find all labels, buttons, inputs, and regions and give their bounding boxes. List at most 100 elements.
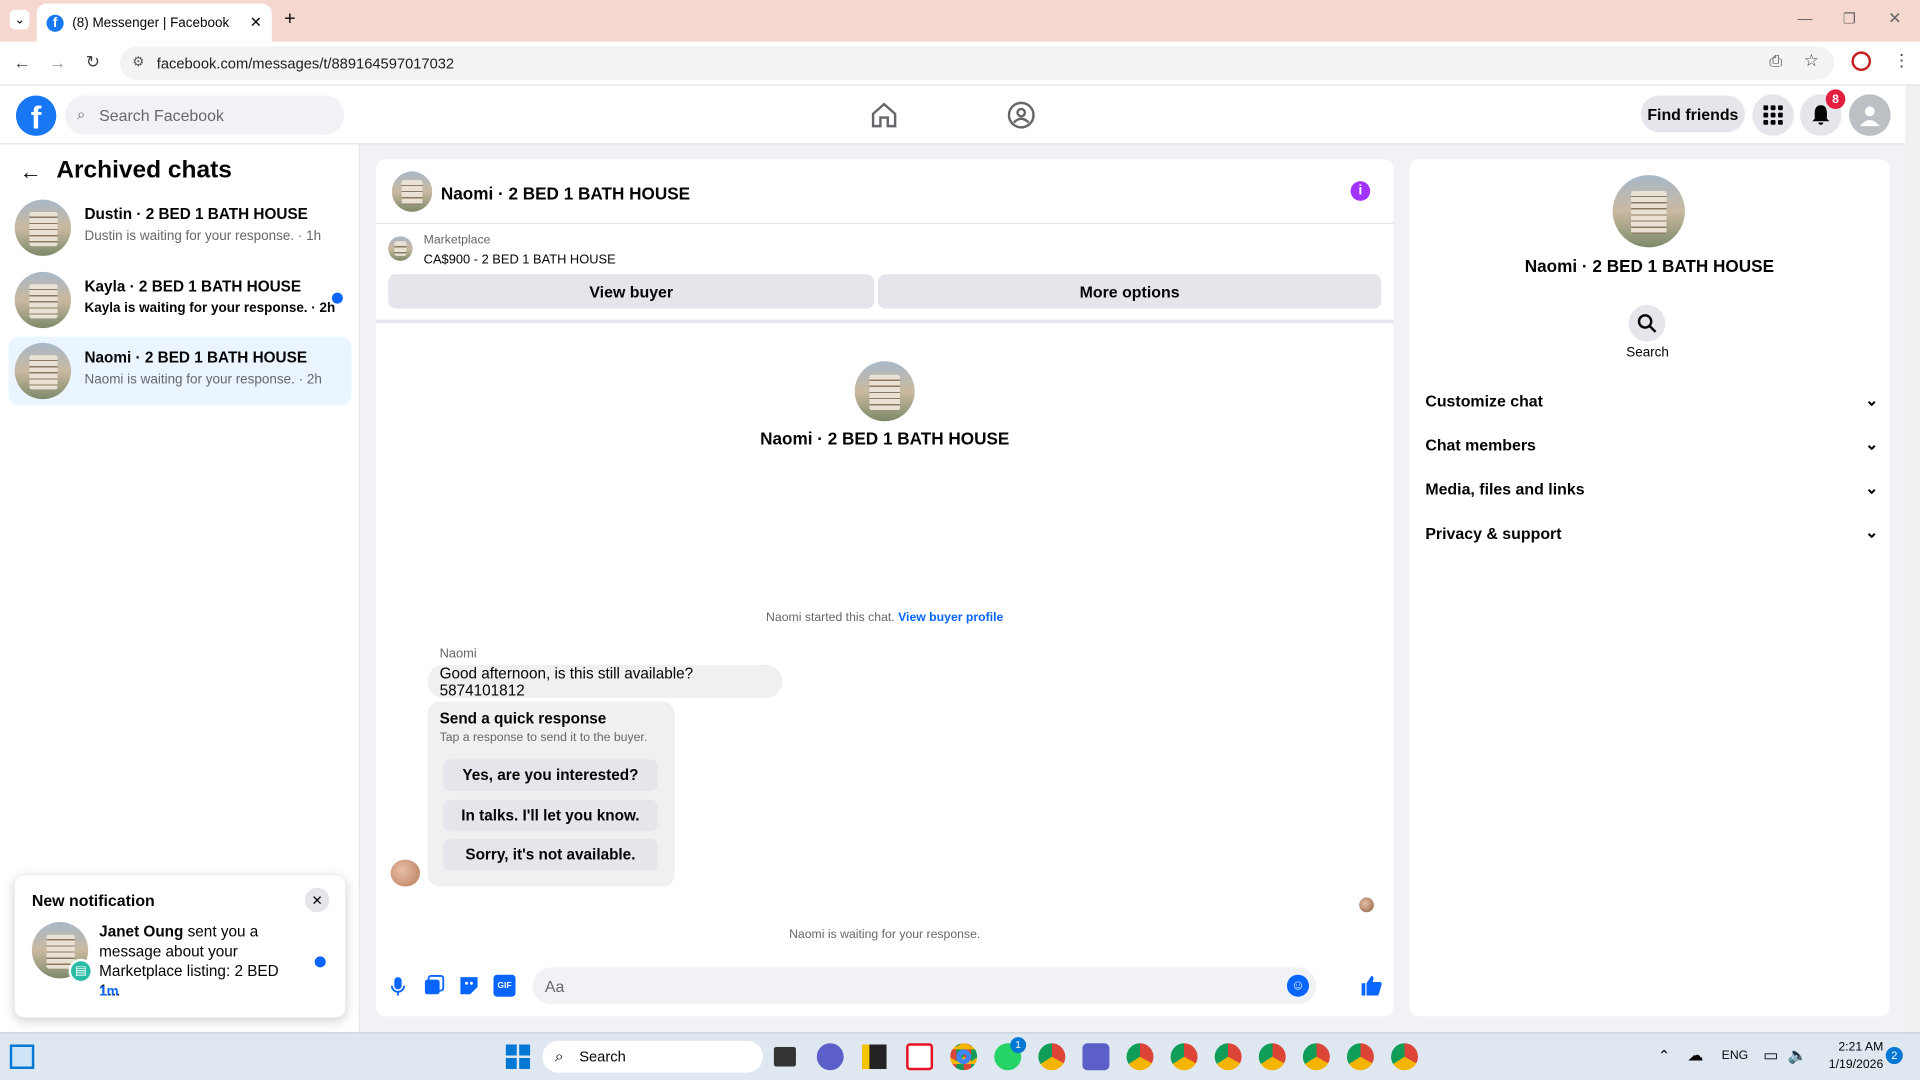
divider (375, 222, 1394, 225)
listing-thumbnail (388, 236, 413, 261)
chrome-icon[interactable] (950, 1043, 978, 1071)
sender-avatar (390, 859, 421, 887)
quick-reply-button[interactable]: Yes, are you interested? (443, 759, 658, 792)
gif-icon[interactable]: GIF (493, 974, 516, 997)
taskbar-search-input[interactable]: ⌕ Search (542, 1040, 763, 1073)
marketplace-icon: ▤ (68, 958, 94, 984)
info-icon[interactable]: i (1350, 181, 1371, 201)
notification-center-badge[interactable]: 2 (1885, 1046, 1903, 1065)
language-indicator[interactable]: ENG (1722, 1049, 1749, 1062)
network-icon[interactable]: ▭ (1763, 1046, 1778, 1066)
address-bar-row: ← → ↻ ⚙ facebook.com/messages/t/88916459… (0, 41, 1920, 86)
widgets-icon[interactable] (9, 1044, 35, 1069)
home-icon[interactable] (869, 100, 898, 129)
url-text: facebook.com/messages/t/889164597017032 (156, 54, 455, 72)
chevron-down-icon: ⌄ (1865, 434, 1879, 454)
back-icon[interactable]: ← (13, 53, 30, 73)
customize-chat-section[interactable]: Customize chat ⌄ (1425, 382, 1878, 419)
quick-response-title: Send a quick response (439, 710, 607, 728)
intro-name: Naomi · 2 BED 1 BATH HOUSE (760, 428, 1010, 449)
more-options-button[interactable]: More options (877, 274, 1382, 309)
volume-icon[interactable]: 🔈 (1788, 1046, 1808, 1066)
waiting-status: Naomi is waiting for your response. (789, 928, 981, 942)
listing-avatar (14, 342, 72, 400)
microphone-icon[interactable] (387, 975, 409, 997)
close-tab-icon[interactable]: ✕ (250, 13, 262, 30)
menu-grid-icon[interactable] (1752, 94, 1794, 136)
restore-icon[interactable]: ❐ (1843, 10, 1856, 27)
account-avatar-icon[interactable] (1848, 94, 1891, 136)
chat-item-dustin[interactable]: Dustin · 2 BED 1 BATH HOUSE Dustin is wa… (9, 193, 352, 262)
quick-reply-button[interactable]: In talks. I'll let you know. (443, 799, 658, 832)
chrome-profile-icon[interactable] (1391, 1043, 1418, 1071)
media-files-links-section[interactable]: Media, files and links ⌄ (1425, 470, 1878, 507)
sticky-notes-icon[interactable] (862, 1044, 887, 1069)
chat-started-note: Naomi started this chat. View buyer prof… (376, 611, 1394, 624)
close-icon[interactable]: ✕ (304, 887, 330, 913)
back-arrow-icon[interactable]: ← (20, 159, 42, 185)
facebook-favicon-icon: f (46, 14, 64, 32)
seen-avatar (1359, 897, 1374, 913)
bookmark-star-icon[interactable]: ☆ (1804, 50, 1819, 71)
new-tab-icon[interactable]: + (284, 9, 295, 31)
chrome-profile-icon[interactable] (1038, 1043, 1066, 1071)
groups-icon[interactable] (1007, 100, 1036, 129)
snipping-tool-icon[interactable] (906, 1043, 934, 1071)
facebook-logo-icon[interactable]: f (15, 95, 57, 136)
unread-dot (314, 956, 326, 968)
chrome-profile-icon[interactable] (1170, 1043, 1198, 1071)
facebook-search-input[interactable]: ⌕ Search Facebook (64, 95, 345, 135)
view-buyer-button[interactable]: View buyer (388, 274, 875, 309)
forward-icon[interactable]: → (49, 53, 66, 73)
conversation-title[interactable]: Naomi · 2 BED 1 BATH HOUSE (441, 184, 690, 204)
chrome-profile-icon[interactable] (1126, 1043, 1154, 1071)
tab-list-icon[interactable]: ⌄ (9, 9, 30, 30)
task-view-icon[interactable] (773, 1046, 796, 1067)
view-buyer-profile-link[interactable]: View buyer profile (898, 611, 1003, 624)
details-name: Naomi · 2 BED 1 BATH HOUSE (1524, 255, 1775, 276)
taskbar-search-label: Search (579, 1048, 626, 1066)
listing-title[interactable]: CA$900 - 2 BED 1 BATH HOUSE (424, 252, 616, 267)
minimize-icon[interactable]: — (1798, 10, 1813, 27)
windows-start-icon[interactable] (505, 1044, 531, 1069)
install-app-icon[interactable]: ⎙ (1769, 51, 1782, 71)
chrome-profile-icon[interactable] (1214, 1043, 1242, 1071)
search-in-chat-icon[interactable] (1628, 304, 1666, 342)
started-text: Naomi started this chat. (766, 611, 899, 625)
chrome-profile-icon[interactable] (1258, 1043, 1286, 1071)
reload-icon[interactable]: ↻ (86, 51, 100, 72)
tray-chevron-up-icon[interactable]: ⌃ (1658, 1047, 1670, 1064)
find-friends-button[interactable]: Find friends (1640, 95, 1745, 133)
chat-item-kayla[interactable]: Kayla · 2 BED 1 BATH HOUSE Kayla is wait… (9, 266, 352, 335)
new-notification-popup[interactable]: New notification ✕ ▤ Janet Oung sent you… (14, 875, 346, 1018)
browser-tab-bar: ⌄ f (8) Messenger | Facebook ✕ + — ❐ ✕ (0, 0, 1920, 42)
thumbs-up-icon[interactable] (1359, 973, 1383, 997)
notification-sender: Janet Oung (99, 923, 184, 941)
sticker-icon[interactable] (458, 975, 480, 997)
message-bubble[interactable]: Good afternoon, is this still available?… (427, 664, 783, 699)
close-window-icon[interactable]: ✕ (1888, 9, 1901, 29)
emoji-icon[interactable]: ☺ (1286, 974, 1309, 997)
teams-chat-icon[interactable] (816, 1043, 844, 1071)
photo-icon[interactable] (422, 975, 445, 997)
chat-members-section[interactable]: Chat members ⌄ (1425, 426, 1878, 463)
browser-tab[interactable]: f (8) Messenger | Facebook ✕ (36, 3, 272, 42)
privacy-support-section[interactable]: Privacy & support ⌄ (1425, 514, 1878, 551)
site-info-icon[interactable]: ⚙ (132, 54, 144, 70)
cloud-off-icon[interactable]: ☁ (1687, 1046, 1703, 1066)
page-scrollbar[interactable] (1905, 85, 1920, 1033)
profile-icon[interactable] (1851, 51, 1872, 72)
unread-dot (331, 292, 343, 304)
chrome-profile-icon[interactable] (1346, 1043, 1374, 1071)
conversation-avatar[interactable] (391, 171, 433, 212)
menu-icon[interactable]: ⋮ (1893, 50, 1910, 71)
clock[interactable]: 2:21 AM 1/19/2026 (1815, 1040, 1883, 1074)
composer-placeholder: Aa (544, 976, 565, 995)
message-input[interactable]: Aa ☺ (532, 967, 1317, 1005)
url-field[interactable]: ⚙ facebook.com/messages/t/88916459701703… (120, 46, 1835, 80)
quick-reply-button[interactable]: Sorry, it's not available. (443, 838, 658, 871)
search-icon: ⌕ (554, 1046, 564, 1066)
teams-icon[interactable] (1082, 1043, 1110, 1071)
chrome-profile-icon[interactable] (1302, 1043, 1330, 1071)
chat-item-naomi[interactable]: Naomi · 2 BED 1 BATH HOUSE Naomi is wait… (8, 336, 352, 406)
